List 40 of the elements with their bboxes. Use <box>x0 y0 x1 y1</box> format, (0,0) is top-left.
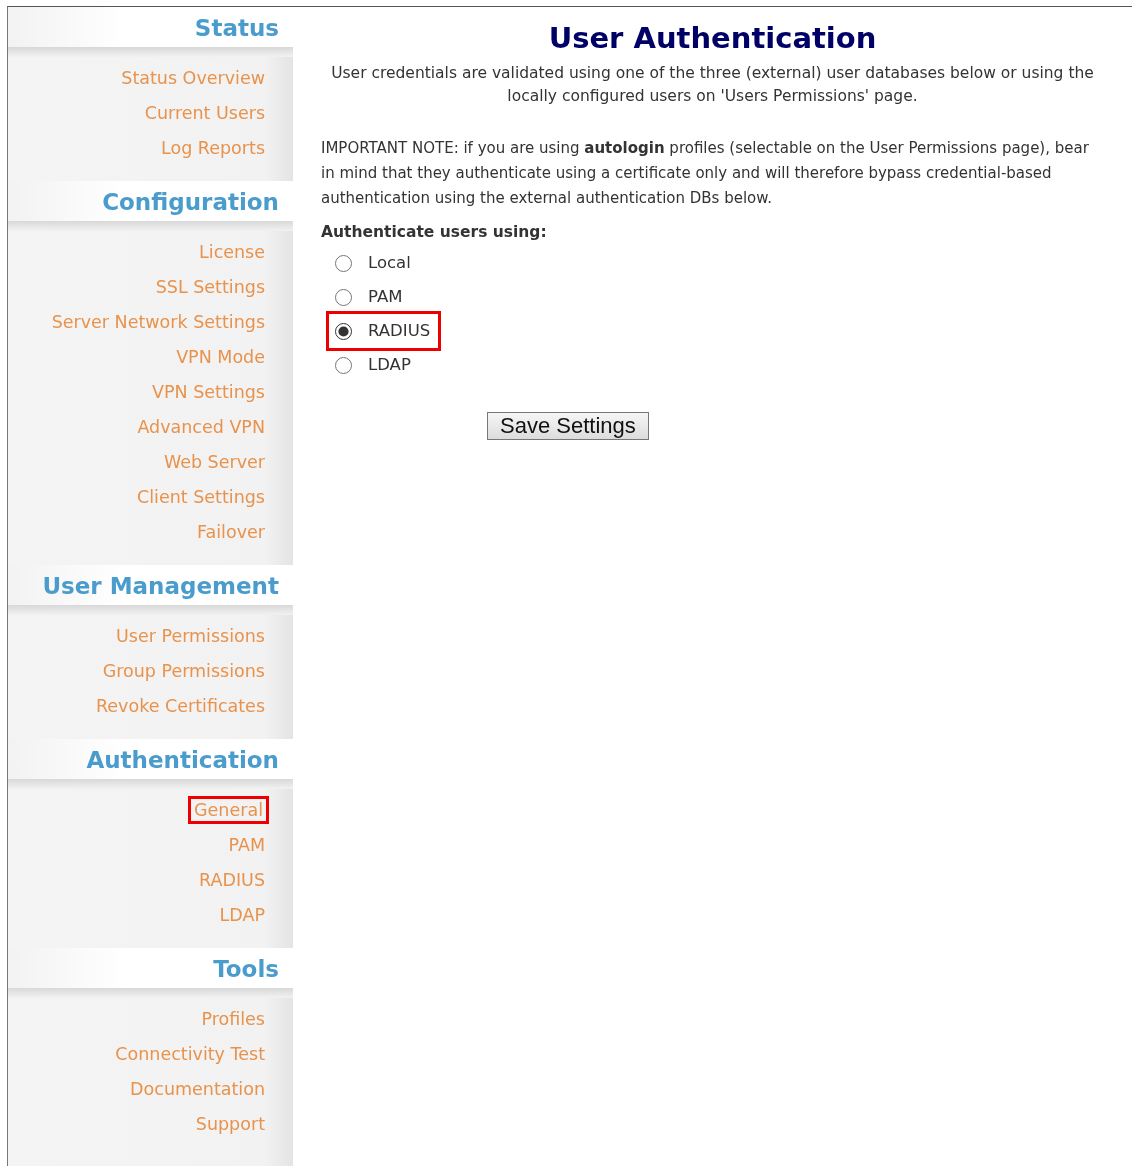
sidebar-link[interactable]: Status Overview <box>121 68 265 88</box>
sidebar-link[interactable]: Profiles <box>201 1009 265 1029</box>
note-text: IMPORTANT NOTE: if you are using autologin profiles (selectable on the User Permissions page), bear in mind that they authenticate using a certificate only and will therefore bypass credential-based authentication using the external authentication DBs below. <box>321 137 1090 209</box>
sidebar-link[interactable]: Revoke Certificates <box>95 696 265 716</box>
description-text: User credentials are validated using one of the three (external) user databases below or using the locally configured users on 'Users Permissions' page. <box>330 62 1095 107</box>
sidebar-link[interactable]: Connectivity Test <box>115 1044 265 1064</box>
radio-button[interactable] <box>335 288 352 306</box>
sidebar-link[interactable]: Web Server <box>163 452 265 472</box>
sidebar-link[interactable]: User Permissions <box>116 626 265 646</box>
radio-button[interactable] <box>335 322 352 340</box>
section-header: Configuration <box>8 181 293 231</box>
section-header: Authentication <box>8 739 293 789</box>
section-header: Status <box>8 7 293 57</box>
sidebar-link[interactable]: Current Users <box>144 103 265 123</box>
sidebar-link[interactable]: VPN Mode <box>176 347 265 367</box>
sidebar-link[interactable]: VPN Settings <box>152 382 265 402</box>
sidebar-link[interactable]: Client Settings <box>137 487 265 507</box>
sidebar-link[interactable]: SSL Settings <box>155 277 265 297</box>
sidebar-link[interactable]: Group Permissions <box>102 661 265 681</box>
option-label[interactable]: PAM <box>368 284 403 310</box>
section-header: Tools <box>8 948 293 998</box>
options-label: Authenticate users using: <box>321 221 548 243</box>
sidebar-link[interactable]: LDAP <box>219 905 265 925</box>
sidebar-link[interactable]: Log Reports <box>161 138 265 158</box>
section-header: User Management <box>8 565 293 615</box>
sidebar-link[interactable]: License <box>199 242 265 262</box>
option-label[interactable]: Local <box>368 250 411 276</box>
option-label[interactable]: LDAP <box>368 352 411 378</box>
sidebar-link[interactable]: RADIUS <box>199 870 265 890</box>
sidebar-link[interactable]: Support <box>195 1114 265 1134</box>
page-title: User Authentication <box>547 21 878 56</box>
sidebar-link[interactable]: Advanced VPN <box>137 417 265 437</box>
sidebar-link[interactable]: PAM <box>228 835 265 855</box>
sidebar-link[interactable]: Server Network Settings <box>51 312 265 332</box>
radio-button[interactable] <box>335 356 352 374</box>
sidebar-link[interactable]: Documentation <box>130 1079 265 1099</box>
radio-button[interactable] <box>335 254 352 272</box>
option-label[interactable]: RADIUS <box>368 318 431 344</box>
sidebar-link[interactable]: Failover <box>197 522 265 542</box>
save-button[interactable]: Save Settings <box>487 412 649 441</box>
